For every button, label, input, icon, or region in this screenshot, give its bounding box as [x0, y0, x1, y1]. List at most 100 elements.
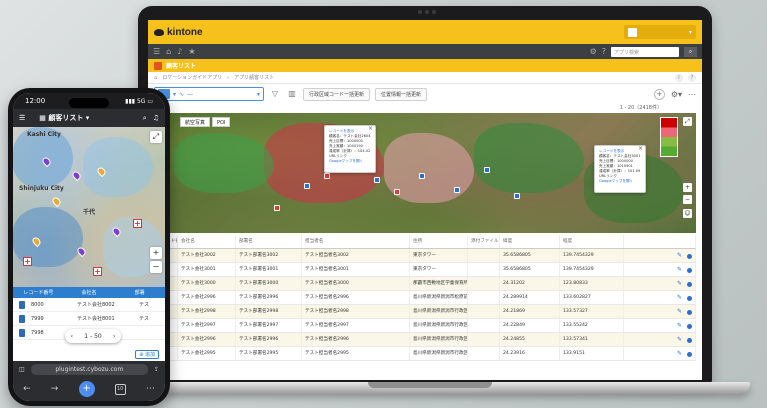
bell-icon[interactable]: ♪ [177, 47, 182, 56]
zoom-out-icon[interactable]: − [683, 195, 692, 204]
chevron-left-icon[interactable]: ‹ [71, 333, 73, 340]
map-marker[interactable] [304, 183, 310, 189]
home-icon[interactable]: ⌂ [166, 47, 171, 56]
delete-icon[interactable] [687, 281, 692, 287]
info-icon[interactable]: i [675, 73, 683, 82]
table-row[interactable]: 95テスト会社2997テスト部署名2997テスト担当者名2997島川県新潟県新潟… [154, 319, 696, 333]
delete-icon[interactable] [687, 309, 692, 315]
kintone-logo[interactable]: kintone [154, 27, 203, 38]
list-item[interactable]: 8000 テスト会社8002 テス [13, 298, 165, 312]
chart-icon[interactable]: ▥ [286, 88, 298, 100]
hospital-icon[interactable]: + [93, 267, 102, 276]
delete-icon[interactable] [687, 295, 692, 301]
fullscreen-icon[interactable]: ⤢ [150, 131, 162, 143]
table-row[interactable]: 93テスト会社2995テスト部署名2995テスト担当者名2995島川県新潟県新潟… [154, 347, 696, 361]
location-update-button[interactable]: 位置情報一括更新 [375, 87, 428, 101]
tab-aerial[interactable]: 航空写真 [180, 117, 211, 127]
pegman-icon[interactable]: ☺ [683, 209, 692, 218]
map-marker[interactable] [514, 193, 520, 199]
user-menu[interactable]: ▾ [624, 25, 696, 39]
column-header[interactable]: 部署 [114, 289, 165, 296]
table-row[interactable]: 94テスト会社2996テスト部署名2996テスト担当者名2996島川県新潟県新潟… [154, 333, 696, 347]
breadcrumb-item[interactable]: ロケーションガイドアプリ [162, 74, 222, 81]
hospital-icon[interactable]: + [23, 257, 32, 266]
tabs-settings-icon[interactable]: ◫ [19, 366, 25, 373]
edit-icon[interactable]: ✎ [677, 291, 682, 304]
new-tab-icon[interactable]: + [78, 381, 95, 397]
delete-icon[interactable] [687, 267, 692, 273]
column-header[interactable]: 住所 [410, 235, 468, 248]
map-marker[interactable] [75, 245, 88, 258]
map-view[interactable]: 航空写真 POI ⤢ + − ☺ × レコードを表示 顧客名：テスト会社2604… [154, 113, 696, 233]
star-icon[interactable]: ★ [188, 47, 195, 56]
table-row[interactable]: 30テスト会社3000テスト部署名3000テスト担当者名3000那覇市西敷地区学… [154, 277, 696, 291]
fullscreen-icon[interactable]: ⤢ [683, 117, 692, 126]
edit-icon[interactable]: ✎ [677, 277, 682, 290]
gear-icon[interactable]: ⚙▾ [671, 90, 682, 99]
tab-poi[interactable]: POI [212, 117, 231, 127]
search-icon[interactable]: ⌕ [143, 114, 147, 123]
map-marker[interactable] [324, 173, 330, 179]
back-icon[interactable]: ← [23, 384, 31, 394]
app-search-input[interactable]: アプリ検索 [611, 46, 679, 57]
gear-icon[interactable]: ⚙ [590, 47, 597, 56]
delete-icon[interactable] [687, 351, 692, 357]
phone-title[interactable]: ▦ 顧客リスト ▾ [39, 113, 89, 123]
zoom-in-icon[interactable]: + [683, 183, 692, 192]
table-row[interactable]: 30テスト会社3002テスト部署名3002テスト担当者名3002東京タワー35.… [154, 249, 696, 263]
map-marker[interactable] [454, 187, 460, 193]
edit-icon[interactable]: ✎ [677, 319, 682, 332]
map-marker[interactable] [374, 177, 380, 183]
add-record-icon[interactable]: + [653, 88, 665, 100]
edit-icon[interactable]: ✎ [677, 347, 682, 360]
zoom-in-icon[interactable]: + [150, 247, 162, 259]
popup-link[interactable]: Googleマップを開く [599, 179, 641, 184]
delete-icon[interactable] [687, 337, 692, 343]
popup-link[interactable]: Googleマップを開く [329, 159, 371, 164]
column-header[interactable]: 担当者名 [302, 235, 410, 248]
table-row[interactable]: 96テスト会社2998テスト部署名2998テスト担当者名2998島川県新潟県新潟… [154, 305, 696, 319]
edit-icon[interactable]: ✎ [677, 305, 682, 318]
edit-icon[interactable]: ✎ [677, 333, 682, 346]
delete-icon[interactable] [687, 253, 692, 259]
map-marker[interactable] [50, 195, 63, 208]
map-marker[interactable] [274, 205, 280, 211]
home-icon[interactable]: ⌂ [154, 75, 157, 81]
close-icon[interactable]: × [368, 126, 373, 132]
column-header[interactable]: 会社名 [64, 289, 115, 296]
hospital-icon[interactable]: + [133, 219, 142, 228]
help-icon[interactable]: ? [688, 73, 696, 82]
more-icon[interactable]: ⋯ [146, 384, 155, 394]
column-header[interactable]: 添付ファイル [468, 235, 500, 248]
edit-icon[interactable]: ✎ [677, 249, 682, 262]
zoom-out-icon[interactable]: − [150, 261, 162, 273]
more-icon[interactable]: ⋯ [688, 90, 696, 99]
table-row[interactable]: 97テスト会社2996テスト部署名2996テスト担当者名2996島川県新潟県新潟… [154, 291, 696, 305]
share-icon[interactable]: ⇪ [154, 366, 159, 373]
column-header[interactable]: 会社名 [178, 235, 236, 248]
close-icon[interactable]: × [638, 146, 643, 152]
forward-icon[interactable]: → [51, 384, 59, 394]
chevron-right-icon[interactable]: › [113, 333, 115, 340]
map-marker[interactable] [484, 167, 490, 173]
help-icon[interactable]: ? [602, 47, 606, 56]
menu-icon[interactable]: ☰ [19, 114, 25, 122]
url-field[interactable]: plugintest.cybozu.com [30, 363, 148, 375]
column-header[interactable]: 部署名 [236, 235, 302, 248]
edit-icon[interactable]: ✎ [677, 263, 682, 276]
table-row[interactable]: 30テスト会社3001テスト部署名3001テスト担当者名3001東京タワー35.… [154, 263, 696, 277]
phone-map[interactable]: Shinjuku City Kashi City 千代 + + + ⤢ + − [13, 127, 165, 287]
region-code-update-button[interactable]: 行政区域コード一括更新 [303, 87, 371, 101]
list-item[interactable]: 7999 テスト会社8001 テス [13, 312, 165, 326]
column-header[interactable]: レコード番号 [13, 289, 64, 296]
breadcrumb-item[interactable]: アプリ顧客リスト [234, 74, 274, 81]
delete-icon[interactable] [687, 323, 692, 329]
menu-icon[interactable]: ☰ [153, 47, 160, 56]
map-marker[interactable] [394, 189, 400, 195]
filter-icon[interactable]: ▽ [269, 88, 281, 100]
column-header[interactable]: 緯度 [500, 235, 560, 248]
add-button[interactable]: ⊕ 追加 [135, 350, 159, 359]
bell-icon[interactable]: ♫ [153, 114, 159, 123]
map-marker[interactable] [419, 173, 425, 179]
map-marker[interactable] [70, 169, 83, 182]
